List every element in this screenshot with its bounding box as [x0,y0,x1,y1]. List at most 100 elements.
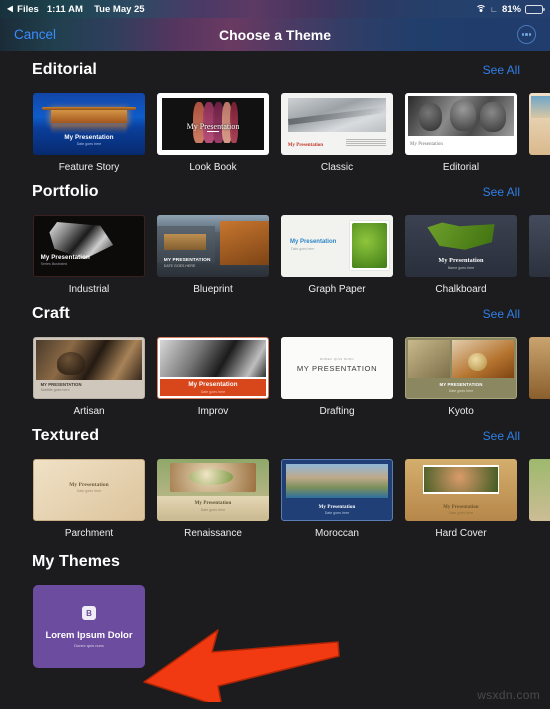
slide-subtitle: Date goes here [448,388,474,393]
status-bar-left: ◀ Files 1:11 AM Tue May 25 [7,3,144,15]
theme-card-kyoto[interactable]: MY PRESENTATION Date goes here Kyoto [405,337,517,417]
theme-thumbnail [529,337,550,399]
status-time: 1:11 AM [46,3,84,15]
theme-thumbnail: My Presentation [157,93,269,155]
see-all-button-craft[interactable]: See All [483,307,520,321]
theme-card-partial[interactable] [529,93,550,173]
theme-thumbnail [529,459,550,521]
theme-scroll-area[interactable]: Editorial See All My Presentation Date g… [0,51,550,709]
theme-name-label: Look Book [189,162,237,173]
slide-subtitle: Date goes here [324,511,350,516]
section-header: Craft See All [0,305,550,333]
slide-title: My Presentation [289,238,337,245]
theme-card-partial[interactable] [529,215,550,295]
slide-subtitle: Date goes here [200,507,226,512]
theme-name-label: Parchment [64,528,114,539]
theme-thumbnail: My Presentation Date goes here [405,459,517,521]
location-icon: ∟ [490,4,498,14]
theme-thumbnail: MY PRESENTATION Subtitle goes here [33,337,145,399]
theme-name-label: Graph Paper [308,284,366,295]
theme-row-my-themes[interactable]: B Lorem Ipsum Dolor Donec quis nunc [0,581,550,668]
theme-card-artisan[interactable]: MY PRESENTATION Subtitle goes here Artis… [33,337,145,417]
theme-card-drafting[interactable]: DONEC QUIS NUNC MY PRESENTATION Drafting [281,337,393,417]
theme-card-editorial[interactable]: My Presentation Editorial [405,93,517,173]
theme-thumbnail: My Presentation Date goes here [281,459,393,521]
theme-card-chalkboard[interactable]: My Presentation Name goes here Chalkboar… [405,215,517,295]
theme-thumbnail [529,93,550,155]
theme-thumbnail: My Presentation [405,93,517,155]
ellipsis-circle-icon[interactable] [517,25,536,44]
theme-card-hard-cover[interactable]: My Presentation Date goes here Hard Cove… [405,459,517,539]
theme-card-moroccan[interactable]: My Presentation Date goes here Moroccan [281,459,393,539]
theme-row-textured[interactable]: My Presentation Date goes here Parchment… [0,455,550,539]
slide-title: My Presentation [438,257,484,265]
theme-card-partial[interactable] [529,459,550,539]
section-title: My Themes [32,553,121,570]
theme-card-partial[interactable] [529,337,550,417]
screen-root: ◀ Files 1:11 AM Tue May 25 ∟ 81% Cancel … [0,0,550,709]
theme-badge: B [82,606,96,620]
status-back-app-label[interactable]: Files [17,4,39,15]
slide-subtitle: Date goes here [291,247,315,252]
theme-thumbnail: B Lorem Ipsum Dolor Donec quis nunc [33,585,145,668]
navigation-bar: Cancel Choose a Theme [0,18,550,51]
status-bar: ◀ Files 1:11 AM Tue May 25 ∟ 81% [0,0,550,18]
theme-row-editorial[interactable]: My Presentation Date goes here Feature S… [0,89,550,173]
section-header: My Themes [0,553,550,581]
see-all-button-textured[interactable]: See All [483,429,520,443]
slide-title: My Presentation [318,504,356,510]
theme-row-craft[interactable]: MY PRESENTATION Subtitle goes here Artis… [0,333,550,417]
slide-subtitle: Date goes here [76,489,102,494]
watermark-label: wsxdn.com [477,688,540,702]
slide-title: My Presentation [186,121,240,131]
section-header: Textured See All [0,427,550,455]
theme-card-feature-story[interactable]: My Presentation Date goes here Feature S… [33,93,145,173]
theme-card-look-book[interactable]: My Presentation Look Book [157,93,269,173]
theme-thumbnail: My Presentation Date goes here [281,215,393,277]
see-all-button-portfolio[interactable]: See All [483,185,520,199]
theme-name-label: Improv [197,406,229,417]
section-title: Craft [32,305,70,322]
slide-subtitle: Series illustrated [40,262,68,267]
slide-title: MY PRESENTATION [40,381,82,387]
theme-card-classic[interactable]: My Presentation Classic [281,93,393,173]
theme-thumbnail: MY PRESENTATION DATE GOES HERE [157,215,269,277]
battery-icon [525,4,545,14]
theme-card-graph-paper[interactable]: My Presentation Date goes here Graph Pap… [281,215,393,295]
theme-card-industrial[interactable]: My Presentation Series illustrated Indus… [33,215,145,295]
theme-name-label: Moroccan [315,528,359,539]
theme-card-lorem-ipsum-dolor[interactable]: B Lorem Ipsum Dolor Donec quis nunc [33,585,145,668]
slide-title: My Presentation [64,133,114,141]
see-all-button-editorial[interactable]: See All [483,63,520,77]
page-title: Choose a Theme [218,26,332,43]
theme-thumbnail: MY PRESENTATION Date goes here [405,337,517,399]
slide-title: My Presentation [69,481,109,488]
slide-title: My Presentation [287,142,324,148]
theme-thumbnail: DONEC QUIS NUNC MY PRESENTATION [281,337,393,399]
theme-thumbnail: My Presentation Name goes here [405,215,517,277]
slide-subtitle: Subtitle goes here [40,388,70,392]
triangle-left-icon[interactable]: ◀ [7,5,13,13]
section-title: Textured [32,427,100,444]
theme-card-parchment[interactable]: My Presentation Date goes here Parchment [33,459,145,539]
theme-thumbnail: My Presentation Series illustrated [33,215,145,277]
cancel-button[interactable]: Cancel [14,27,56,42]
theme-name-label: Editorial [442,162,480,173]
slide-subtitle: Date goes here [76,142,102,146]
slide-subtitle: DONEC QUIS NUNC [319,356,355,361]
section-header: Editorial See All [0,61,550,89]
slide-title: MY PRESENTATION [439,382,483,388]
slide-title: My Presentation [194,501,232,507]
slide-title: MY PRESENTATION [296,364,378,374]
theme-name-label: Classic [320,162,354,173]
theme-thumbnail: My Presentation Date goes here [157,459,269,521]
slide-title: MY PRESENTATION [163,257,211,263]
theme-card-renaissance[interactable]: My Presentation Date goes here Renaissan… [157,459,269,539]
theme-card-blueprint[interactable]: MY PRESENTATION DATE GOES HERE Blueprint [157,215,269,295]
theme-name-label: Feature Story [58,162,120,173]
section-title: Portfolio [32,183,99,200]
theme-thumbnail [529,215,550,277]
theme-row-portfolio[interactable]: My Presentation Series illustrated Indus… [0,211,550,295]
theme-thumbnail: My Presentation Date goes here [157,337,269,399]
theme-card-improv[interactable]: My Presentation Date goes here Improv [157,337,269,417]
